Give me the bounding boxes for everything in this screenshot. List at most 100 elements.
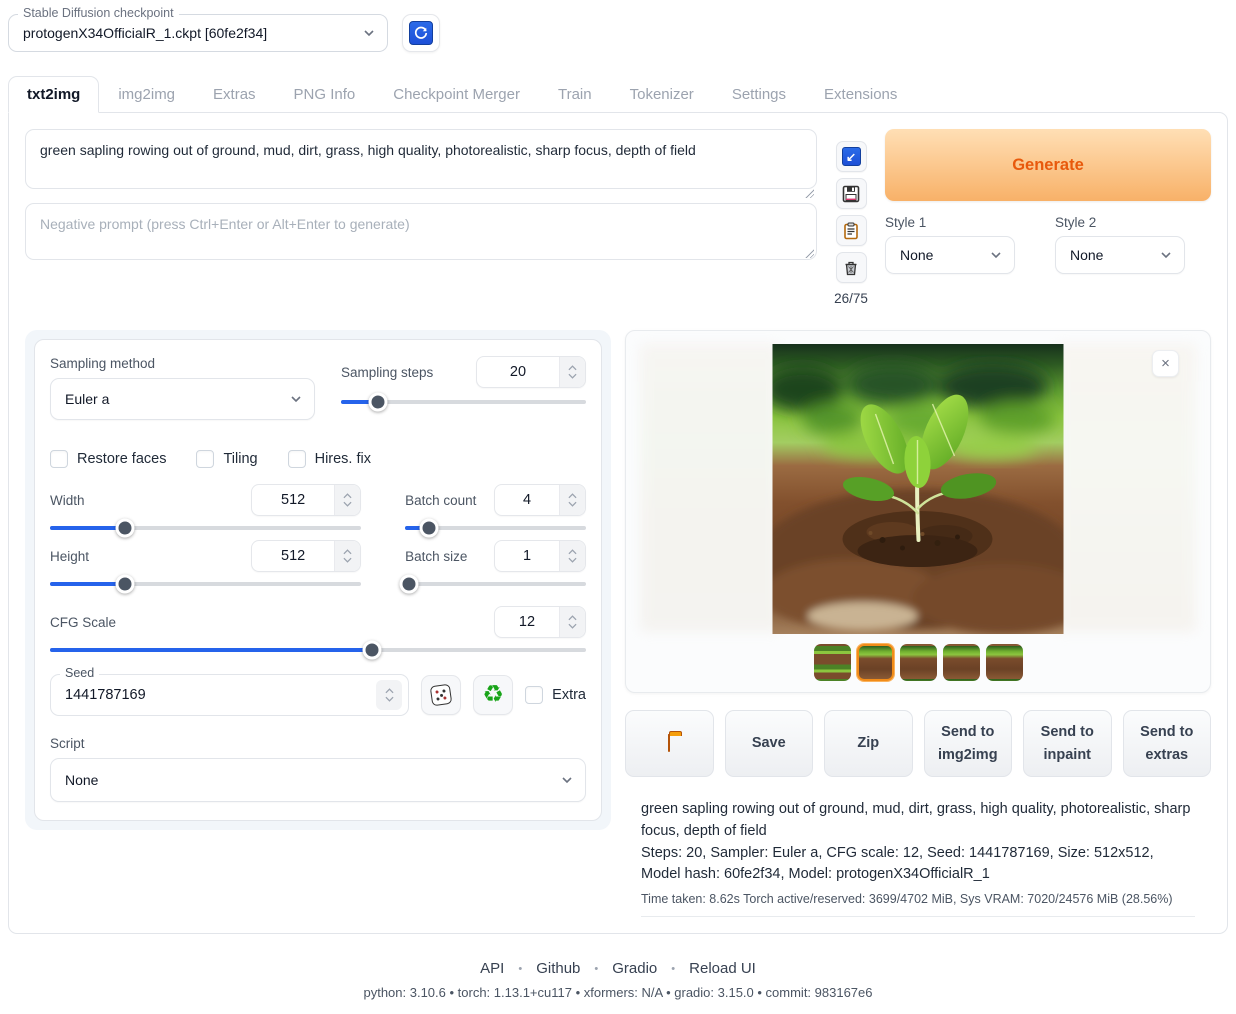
reuse-seed-button[interactable]: ♻ [473, 675, 513, 715]
stepper-icon[interactable] [559, 485, 585, 515]
width-slider[interactable] [50, 526, 361, 530]
floppy-disk-icon [842, 185, 860, 203]
stepper-icon[interactable] [559, 357, 585, 387]
stepper-icon[interactable] [559, 607, 585, 637]
thumbnail[interactable] [986, 644, 1023, 681]
footer-link-github[interactable]: Github [536, 960, 580, 977]
open-folder-button[interactable] [625, 710, 714, 777]
paste-generation-params-button[interactable]: ↙ [836, 141, 867, 172]
chevron-down-icon [990, 249, 1002, 261]
stepper-icon[interactable] [376, 680, 402, 710]
dot-separator: • [671, 963, 675, 975]
seed-input[interactable]: 1441787169 [50, 674, 409, 716]
clipboard-icon [842, 222, 860, 240]
gallery-prev-image[interactable] [640, 344, 780, 632]
stepper-icon[interactable] [559, 541, 585, 571]
batch-size-slider[interactable] [405, 582, 586, 586]
folder-icon [668, 734, 670, 752]
generation-info-params: Steps: 20, Sampler: Euler a, CFG scale: … [641, 843, 1195, 887]
app-header: Stable Diffusion checkpoint protogenX34O… [0, 0, 1236, 62]
checkpoint-selector[interactable]: Stable Diffusion checkpoint protogenX34O… [8, 14, 388, 52]
generation-settings-panel: Sampling method Euler a Sampling steps 2… [25, 330, 611, 830]
chevron-down-icon [290, 393, 302, 405]
sampling-method-select[interactable]: Euler a [50, 378, 315, 420]
chevron-down-icon [363, 27, 375, 39]
width-label: Width [50, 493, 85, 508]
version-info: python: 3.10.6 • torch: 1.13.1+cu117 • x… [0, 985, 1236, 1000]
dot-separator: • [518, 963, 522, 975]
cfg-scale-label: CFG Scale [50, 615, 116, 630]
chevron-down-icon [561, 774, 573, 786]
tab-extras[interactable]: Extras [194, 76, 275, 113]
cfg-scale-slider[interactable] [50, 648, 586, 652]
style1-select[interactable]: None [885, 236, 1015, 274]
arrow-paste-icon: ↙ [842, 147, 861, 166]
gallery-next-image[interactable] [1056, 344, 1196, 632]
footer-link-gradio[interactable]: Gradio [612, 960, 657, 977]
txt2img-panel: green sapling rowing out of ground, mud,… [8, 112, 1228, 934]
recycle-icon: ♻ [482, 683, 504, 707]
stepper-icon[interactable] [334, 485, 360, 515]
thumbnail[interactable] [900, 644, 937, 681]
batch-size-input[interactable]: 1 [494, 540, 586, 572]
close-gallery-button[interactable]: × [1152, 350, 1179, 377]
width-input[interactable]: 512 [251, 484, 361, 516]
height-label: Height [50, 549, 89, 564]
negative-prompt-input[interactable] [25, 203, 817, 260]
tab-img2img[interactable]: img2img [99, 76, 194, 113]
sampling-method-label: Sampling method [50, 356, 315, 371]
thumbnail-selected[interactable] [857, 644, 894, 681]
tab-settings[interactable]: Settings [713, 76, 805, 113]
send-to-inpaint-button[interactable]: Send to inpaint [1023, 710, 1112, 777]
generated-image[interactable] [773, 344, 1064, 634]
refresh-checkpoint-button[interactable] [402, 14, 440, 52]
height-slider[interactable] [50, 582, 361, 586]
batch-count-input[interactable]: 4 [494, 484, 586, 516]
generate-button[interactable]: Generate [885, 129, 1211, 201]
trash-icon [842, 259, 860, 277]
height-input[interactable]: 512 [251, 540, 361, 572]
checkpoint-label: Stable Diffusion checkpoint [18, 6, 179, 20]
clear-prompt-button[interactable] [836, 252, 867, 283]
close-icon: × [1161, 355, 1170, 372]
batch-count-slider[interactable] [405, 526, 586, 530]
footer-link-reload-ui[interactable]: Reload UI [689, 960, 756, 977]
sampling-steps-slider[interactable] [341, 400, 586, 404]
thumbnail[interactable] [943, 644, 980, 681]
extra-seed-checkbox[interactable]: Extra [525, 686, 586, 704]
send-to-extras-button[interactable]: Send to extras [1123, 710, 1212, 777]
tab-txt2img[interactable]: txt2img [8, 76, 99, 113]
thumbnail-grid[interactable] [814, 644, 851, 681]
generation-info-prompt: green sapling rowing out of ground, mud,… [641, 799, 1195, 843]
tab-extensions[interactable]: Extensions [805, 76, 916, 113]
sampling-steps-input[interactable]: 20 [476, 356, 586, 388]
tiling-checkbox[interactable]: Tiling [196, 450, 257, 468]
footer-link-api[interactable]: API [480, 960, 504, 977]
send-to-img2img-button[interactable]: Send to img2img [924, 710, 1013, 777]
save-style-button[interactable] [836, 178, 867, 209]
token-counter: 26/75 [834, 291, 868, 306]
restore-faces-checkbox[interactable]: Restore faces [50, 450, 166, 468]
zip-button[interactable]: Zip [824, 710, 913, 777]
apply-style-button[interactable] [836, 215, 867, 246]
stepper-icon[interactable] [334, 541, 360, 571]
dice-icon [430, 684, 453, 707]
cfg-scale-input[interactable]: 12 [494, 606, 586, 638]
save-button[interactable]: Save [725, 710, 814, 777]
batch-count-label: Batch count [405, 493, 476, 508]
tab-tokenizer[interactable]: Tokenizer [611, 76, 713, 113]
tab-checkpoint-merger[interactable]: Checkpoint Merger [374, 76, 539, 113]
hires-fix-checkbox[interactable]: Hires. fix [288, 450, 371, 468]
prompt-input[interactable]: green sapling rowing out of ground, mud,… [25, 129, 817, 189]
script-select[interactable]: None [50, 758, 586, 802]
tab-train[interactable]: Train [539, 76, 611, 113]
checkpoint-value: protogenX34OfficialR_1.ckpt [60fe2f34] [23, 25, 363, 41]
random-seed-button[interactable] [421, 675, 461, 715]
batch-size-label: Batch size [405, 549, 467, 564]
style2-select[interactable]: None [1055, 236, 1185, 274]
output-panel: × Save Zip Send to img2img Send to inpai… [625, 330, 1211, 917]
tab-png-info[interactable]: PNG Info [275, 76, 375, 113]
seed-label: Seed [60, 666, 99, 680]
refresh-icon [409, 21, 433, 45]
page-footer: API• Github• Gradio• Reload UI python: 3… [0, 960, 1236, 1014]
